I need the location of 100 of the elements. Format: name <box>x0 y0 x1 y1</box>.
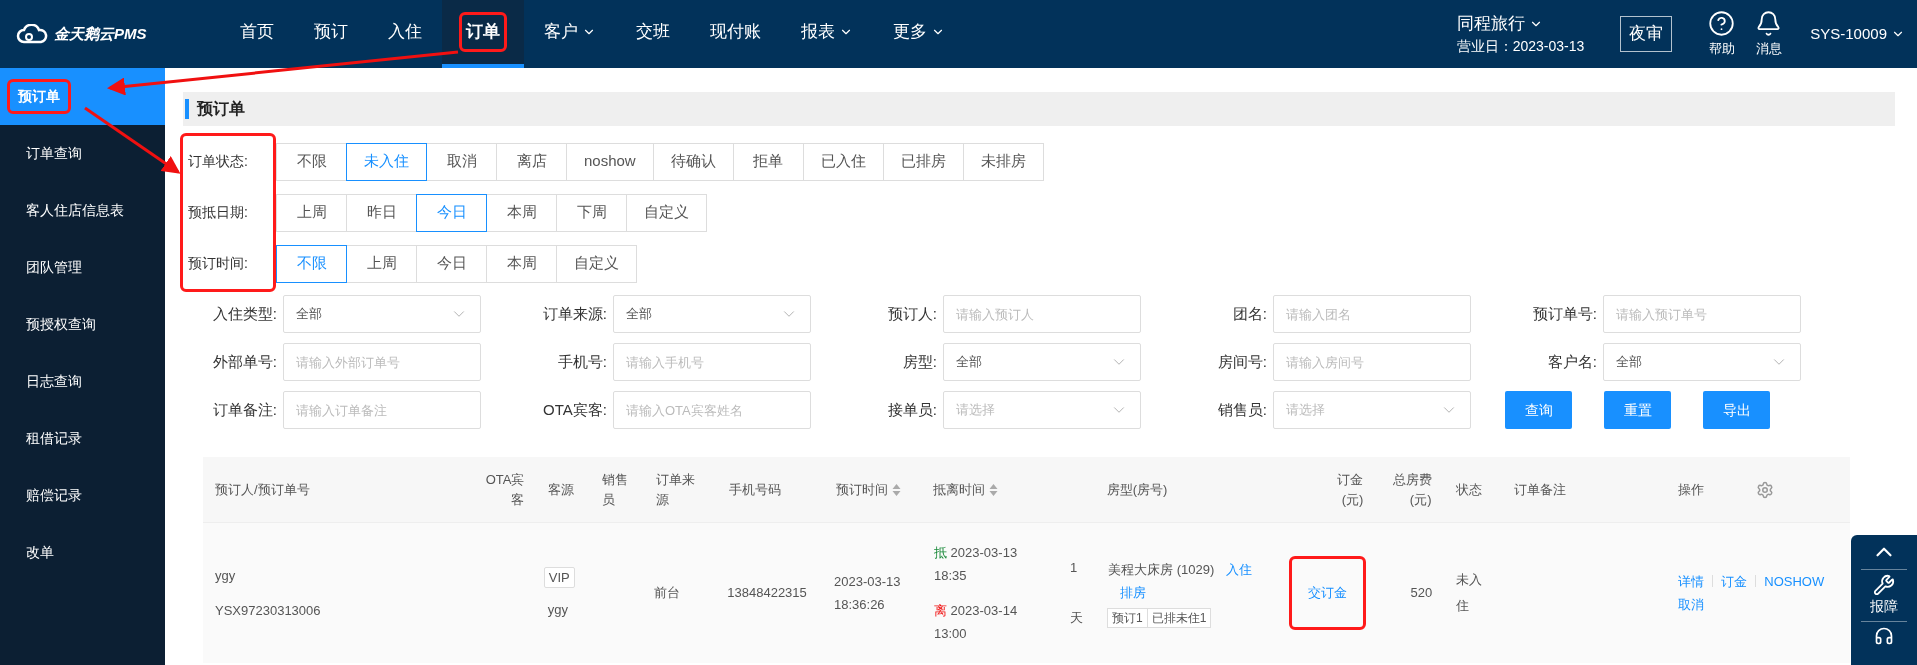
field-label: 订单备注: <box>211 399 278 420</box>
order-status: 未入住 <box>1456 571 1483 615</box>
messages-label: 消息 <box>1755 39 1782 58</box>
column-header: 订单来源 <box>656 471 697 509</box>
user-name[interactable]: SYS-10009 <box>1810 22 1887 46</box>
nav-item[interactable]: 预订 <box>294 0 368 68</box>
filter-option[interactable]: 不限 <box>276 142 347 181</box>
filter-option[interactable]: 本周 <box>486 193 557 232</box>
phone-number: 13848422315 <box>727 585 807 601</box>
room-type: 美程大床房 (1029) <box>1108 562 1215 577</box>
sidebar-item[interactable]: 团队管理 <box>0 239 165 296</box>
filter-option[interactable]: 本周 <box>486 244 557 283</box>
field-label: 预订单号: <box>1531 303 1598 324</box>
filter-label: 订单状态: <box>188 152 248 171</box>
nav-item[interactable]: 报表 <box>781 0 873 68</box>
booking-time: 2023-03-13 18:36:26 <box>834 573 902 614</box>
sidebar-item[interactable]: 租借记录 <box>0 410 165 467</box>
vip-tag: VIP <box>543 566 575 588</box>
night-audit-button[interactable]: 夜审 <box>1620 16 1673 52</box>
help-icon[interactable] <box>1708 9 1736 37</box>
field-label: OTA宾客: <box>542 399 608 420</box>
select-field[interactable]: 全部 <box>283 295 481 333</box>
filter-option[interactable]: 昨日 <box>346 193 417 232</box>
column-header: 销售员 <box>602 471 630 509</box>
column-header: 预订时间 <box>835 481 901 497</box>
column-header: 房型(房号) <box>1106 481 1168 497</box>
column-header: 订金(元) <box>1336 471 1364 509</box>
input-field[interactable]: 请输入手机号 <box>613 343 811 381</box>
input-field[interactable]: 请输入预订人 <box>943 295 1141 333</box>
filter-option[interactable]: 离店 <box>496 142 567 181</box>
nav-item[interactable]: 首页 <box>220 0 294 68</box>
nav-item[interactable]: 订单 <box>442 0 524 68</box>
field-label: 房型: <box>901 351 938 372</box>
sidebar-item[interactable]: 赔偿记录 <box>0 467 165 524</box>
wrench-icon[interactable] <box>1873 574 1895 596</box>
filter-option[interactable]: 自定义 <box>556 244 637 283</box>
filter-option[interactable]: 自定义 <box>626 193 707 232</box>
booker-name: ygy <box>215 566 237 585</box>
total-room-fee: 520 <box>1410 585 1433 601</box>
filter-option[interactable]: 上周 <box>276 193 347 232</box>
field-label: 入住类型: <box>211 303 278 324</box>
sidebar-item[interactable]: 客人住店信息表 <box>0 182 165 239</box>
field-label: 手机号: <box>556 351 608 372</box>
sidebar-item[interactable]: 日志查询 <box>0 353 165 410</box>
input-field[interactable]: 请输入预订单号 <box>1603 295 1801 333</box>
room-tag: 已排未住1 <box>1146 608 1212 628</box>
headset-icon[interactable] <box>1874 626 1894 646</box>
input-field[interactable]: 请输入房间号 <box>1273 343 1471 381</box>
column-header: 订单备注 <box>1514 481 1567 497</box>
filter-option[interactable]: noshow <box>566 142 654 181</box>
business-day: 营业日：2023-03-13 <box>1456 36 1585 58</box>
nav-item[interactable]: 交班 <box>616 0 690 68</box>
filter-option[interactable]: 今日 <box>416 244 487 283</box>
sidebar-item[interactable]: 改单 <box>0 524 165 581</box>
select-field[interactable]: 全部 <box>943 343 1141 381</box>
field-label: 房间号: <box>1216 351 1268 372</box>
field-label: 销售员: <box>1216 399 1268 420</box>
field-label: 客户名: <box>1546 351 1598 372</box>
nights-count: 1天 <box>1070 559 1083 627</box>
input-field[interactable]: 请输入外部订单号 <box>283 343 481 381</box>
nav-item[interactable]: 入住 <box>368 0 442 68</box>
column-header: 状态 <box>1455 481 1482 497</box>
hotel-name[interactable]: 同程旅行 <box>1456 10 1525 37</box>
column-header: 客源 <box>548 480 575 499</box>
filter-option[interactable]: 未排房 <box>962 142 1044 181</box>
order-number[interactable]: YSX97230313006 <box>215 601 452 621</box>
departure-time: 离 2023-03-14 13:00 <box>934 602 1019 643</box>
settings-icon[interactable] <box>1756 480 1774 499</box>
column-header: 预订人/预订单号 <box>215 481 310 497</box>
field-label: 外部单号: <box>211 351 278 372</box>
filter-option[interactable]: 已排房 <box>882 142 964 181</box>
select-field[interactable]: 全部 <box>613 295 811 333</box>
filter-option[interactable]: 拒单 <box>732 142 804 181</box>
filter-option[interactable]: 下周 <box>556 193 627 232</box>
field-label: 接单员: <box>886 399 938 420</box>
filter-label: 预抵日期: <box>188 203 248 222</box>
filter-option[interactable]: 已入住 <box>802 142 884 181</box>
field-label: 团名: <box>1231 303 1268 324</box>
nav-item[interactable]: 客户 <box>524 0 616 68</box>
filter-option[interactable]: 上周 <box>346 244 417 283</box>
sidebar-item[interactable]: 订单查询 <box>0 125 165 182</box>
input-field[interactable]: 请输入OTA宾客姓名 <box>613 391 811 429</box>
sidebar-item[interactable]: 预授权查询 <box>0 296 165 353</box>
field-label: 订单来源: <box>541 303 608 324</box>
guest-source: ygy <box>546 601 568 619</box>
select-field[interactable]: 全部 <box>1603 343 1801 381</box>
order-source: 前台 <box>654 585 681 601</box>
column-header: OTA宾客 <box>484 471 525 509</box>
column-header: 抵离时间 <box>932 481 998 497</box>
nav-item[interactable]: 现付账 <box>690 0 781 68</box>
report-fault-label[interactable]: 报障 <box>1870 596 1898 617</box>
help-label: 帮助 <box>1708 39 1735 58</box>
field-label: 预订人: <box>886 303 938 324</box>
input-field[interactable]: 请输入订单备注 <box>283 391 481 429</box>
column-header: 操作 <box>1678 480 1705 499</box>
filter-option[interactable]: 取消 <box>426 142 497 181</box>
filter-option[interactable]: 待确认 <box>652 142 734 181</box>
nav-item[interactable]: 更多 <box>873 0 965 68</box>
filter-label: 预订时间: <box>188 254 248 273</box>
input-field[interactable]: 请输入团名 <box>1273 295 1471 333</box>
